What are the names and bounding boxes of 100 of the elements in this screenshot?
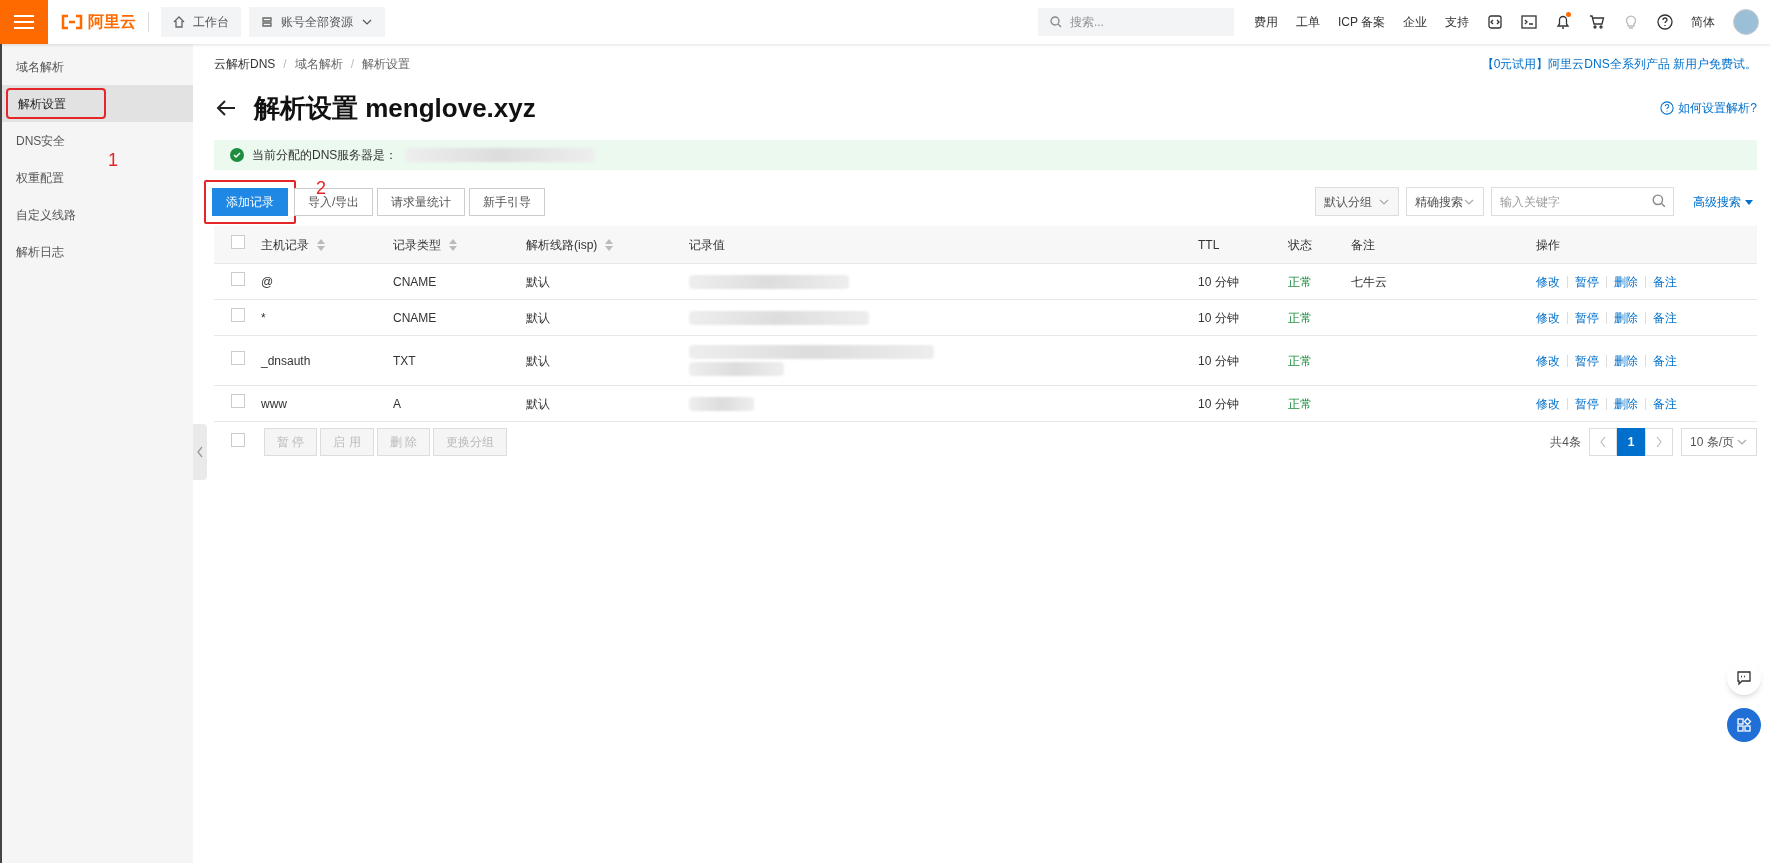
promo-link[interactable]: 【0元试用】阿里云DNS全系列产品 新用户免费试。 xyxy=(1481,55,1757,73)
status-text: 正常 xyxy=(1288,274,1312,289)
keyword-field[interactable]: 输入关键字 xyxy=(1491,187,1674,216)
page-size-select[interactable]: 10 条/页 xyxy=(1681,428,1757,456)
action-link[interactable]: 暂停 xyxy=(1575,272,1599,291)
breadcrumb-link[interactable]: 云解析DNS xyxy=(214,55,276,73)
action-link[interactable]: 暂停 xyxy=(1575,394,1599,413)
sort-icon[interactable] xyxy=(449,238,457,251)
action-link[interactable]: 删除 xyxy=(1614,351,1638,370)
apps-button[interactable] xyxy=(1727,708,1761,742)
help-link[interactable]: 如何设置解析? xyxy=(1660,99,1757,117)
help-icon[interactable] xyxy=(1657,14,1673,30)
search-icon xyxy=(1049,16,1062,28)
sidebar-item[interactable]: 解析日志 xyxy=(6,236,106,267)
action-link[interactable]: 暂停 xyxy=(1575,351,1599,370)
search-mode-select[interactable]: 精确搜索 xyxy=(1406,187,1484,216)
caret-down-icon xyxy=(1745,197,1753,206)
breadcrumb-separator: / xyxy=(350,56,355,73)
sort-icon[interactable] xyxy=(317,238,325,251)
search-field[interactable]: 搜索... xyxy=(1037,8,1234,36)
sidebar-item[interactable]: 自定义线路 xyxy=(6,199,106,230)
avatar[interactable] xyxy=(1733,9,1759,35)
table-cell: A xyxy=(393,396,401,411)
code-icon[interactable] xyxy=(1487,14,1503,30)
sidebar-item[interactable]: DNS安全 xyxy=(6,125,106,156)
action-link[interactable]: 备注 xyxy=(1653,394,1677,413)
action-link[interactable]: 备注 xyxy=(1653,308,1677,327)
checkbox[interactable] xyxy=(231,394,245,408)
action-link[interactable]: 修改 xyxy=(1536,272,1560,291)
sidebar-item[interactable]: 域名解析 xyxy=(6,51,106,82)
chevron-left-icon xyxy=(196,446,204,458)
nav-link[interactable]: 支持 xyxy=(1445,13,1469,31)
action-link[interactable]: 修改 xyxy=(1536,308,1560,327)
add-record-button[interactable]: 添加记录 xyxy=(212,187,288,216)
toolbar-button[interactable]: 新手引导 xyxy=(469,187,546,216)
lightbulb-icon[interactable] xyxy=(1623,14,1639,30)
checkbox[interactable] xyxy=(231,308,245,322)
table-cell: 10 分钟 xyxy=(1198,396,1239,411)
status-text: 正常 xyxy=(1288,310,1312,325)
action-link[interactable]: 删除 xyxy=(1614,272,1638,291)
total-count: 共4条 xyxy=(1550,434,1581,451)
sidebar-item[interactable]: 解析设置 xyxy=(6,88,106,119)
column-header: 记录值 xyxy=(689,236,725,254)
annotation-number: 1 xyxy=(108,149,118,172)
action-link[interactable]: 修改 xyxy=(1536,394,1560,413)
help-icon xyxy=(1660,101,1675,115)
action-link[interactable]: 修改 xyxy=(1536,351,1560,370)
chevron-left-icon xyxy=(1599,436,1607,448)
page-button[interactable]: 1 xyxy=(1617,428,1645,456)
table-cell: www xyxy=(261,396,287,411)
checkbox[interactable] xyxy=(231,351,245,365)
logo[interactable]: 阿里云 xyxy=(60,10,136,34)
logo-icon xyxy=(60,14,84,30)
breadcrumb-link[interactable]: 域名解析 xyxy=(294,55,343,73)
checkbox[interactable] xyxy=(231,432,245,447)
sort-icon[interactable] xyxy=(605,238,614,251)
toolbar-button[interactable]: 请求量统计 xyxy=(377,187,466,216)
table-cell: TXT xyxy=(393,353,416,368)
chat-icon xyxy=(1736,670,1752,686)
previous-page-button[interactable] xyxy=(1589,428,1617,456)
grid-icon xyxy=(1736,717,1752,733)
group-select[interactable]: 默认分组 xyxy=(1315,187,1399,216)
breadcrumb-link[interactable]: 解析设置 xyxy=(362,55,411,73)
chat-button[interactable] xyxy=(1727,661,1761,695)
nav-link[interactable]: 工单 xyxy=(1295,13,1320,31)
home-icon xyxy=(173,16,185,28)
bell-icon[interactable] xyxy=(1555,14,1571,30)
resources-dropdown[interactable]: 账号全部资源 xyxy=(249,7,385,37)
column-header: 状态 xyxy=(1288,236,1312,254)
language-link[interactable]: 简体 xyxy=(1691,13,1715,31)
table-cell: 七牛云 xyxy=(1351,274,1387,289)
action-link[interactable]: 删除 xyxy=(1614,394,1638,413)
cart-icon[interactable] xyxy=(1589,14,1605,30)
action-link[interactable]: 暂停 xyxy=(1575,308,1599,327)
table-cell: _dnsauth xyxy=(261,353,311,368)
action-link[interactable]: 删除 xyxy=(1614,308,1638,327)
terminal-icon[interactable] xyxy=(1521,14,1537,30)
page-title: 解析设置 menglove.xyz xyxy=(254,91,536,125)
column-header: 操作 xyxy=(1536,236,1560,254)
action-link[interactable]: 备注 xyxy=(1653,351,1677,370)
action-link[interactable]: 备注 xyxy=(1653,272,1677,291)
checkbox[interactable] xyxy=(231,272,245,286)
collapse-handle[interactable] xyxy=(193,424,207,480)
chevron-right-icon xyxy=(1655,436,1663,448)
nav-link[interactable]: ICP 备案 xyxy=(1337,13,1385,31)
nav-link[interactable]: 费用 xyxy=(1253,13,1278,31)
status-text: 正常 xyxy=(1288,353,1312,368)
nav-link[interactable]: 企业 xyxy=(1403,13,1427,31)
check-circle-icon xyxy=(230,148,244,162)
menu-button[interactable] xyxy=(0,0,48,44)
advanced-search-link[interactable]: 高级搜索 xyxy=(1693,192,1753,211)
next-page-button[interactable] xyxy=(1645,428,1673,456)
workbench-button[interactable]: 工作台 xyxy=(161,7,241,37)
menu-icon xyxy=(14,14,34,30)
checkbox[interactable] xyxy=(231,235,245,249)
table-cell: 默认 xyxy=(526,310,550,325)
table-cell: CNAME xyxy=(393,274,437,289)
notice-text: 当前分配的DNS服务器是： xyxy=(252,147,398,164)
column-header: 记录类型 xyxy=(393,236,441,254)
sidebar-item[interactable]: 权重配置 xyxy=(6,162,106,193)
